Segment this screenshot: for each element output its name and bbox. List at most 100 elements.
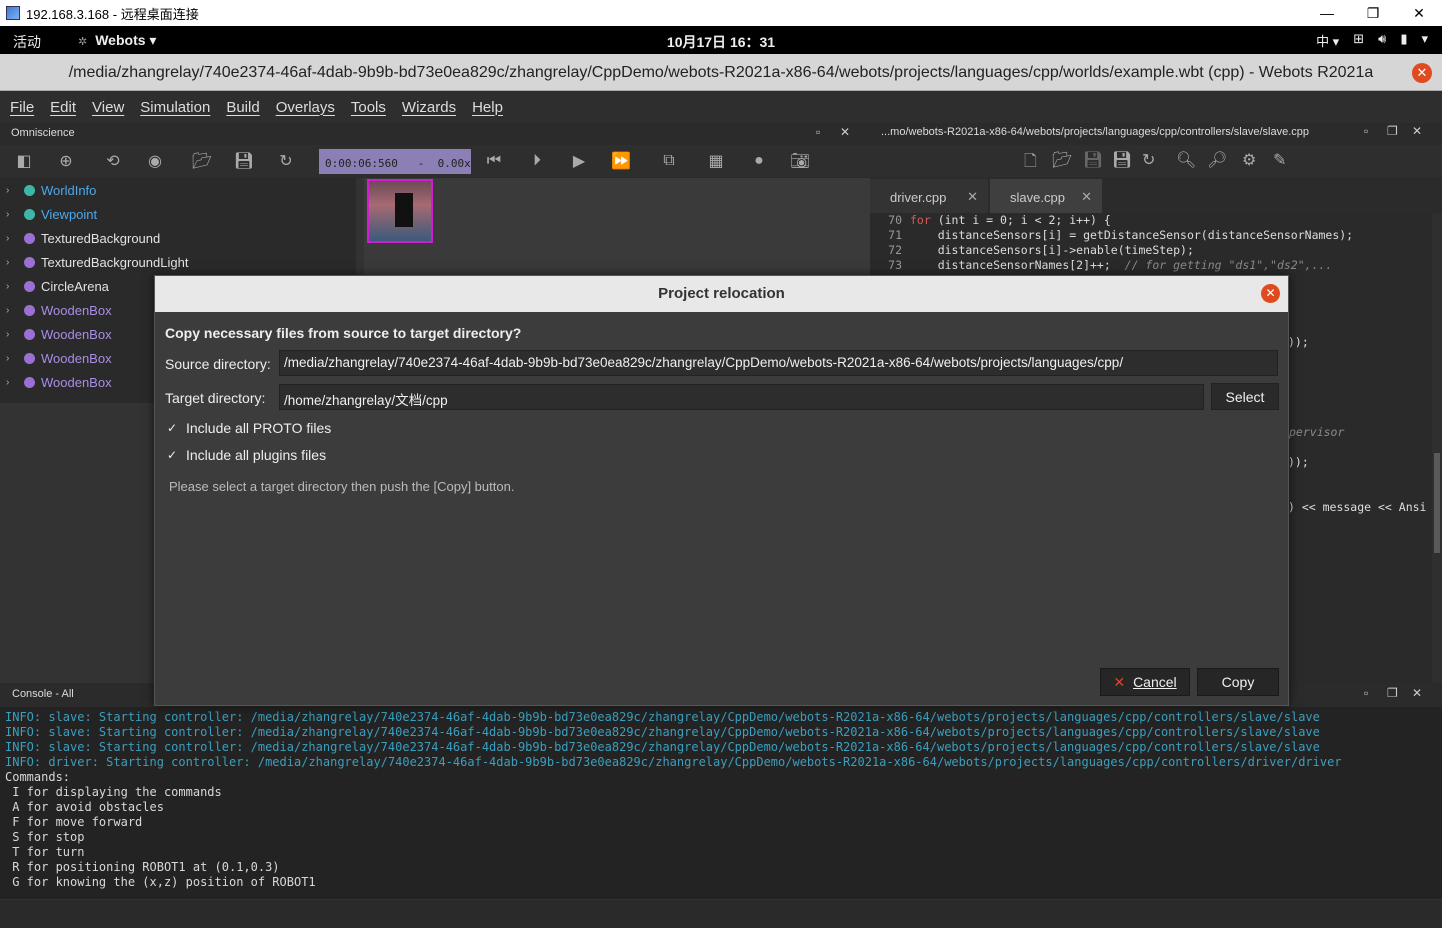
expand-arrow-icon[interactable]: › bbox=[6, 185, 16, 196]
target-directory-field[interactable]: /home/zhangrelay/文档/cpp bbox=[279, 384, 1204, 410]
menu-wizards[interactable]: Wizards bbox=[402, 99, 456, 116]
panel-close-icon[interactable]: ✕ bbox=[1412, 124, 1422, 138]
menu-simulation[interactable]: Simulation bbox=[140, 99, 210, 116]
code-text: distanceSensors[i] = getDistanceSensor(d… bbox=[910, 228, 1354, 242]
console-output[interactable]: INFO: slave: Starting controller: /media… bbox=[0, 707, 1442, 899]
clean-brush-icon[interactable]: ✎ bbox=[1273, 150, 1286, 170]
panel-maximize-icon[interactable]: ▫ bbox=[816, 125, 820, 139]
checkmark-icon[interactable]: ✓ bbox=[167, 448, 180, 462]
replace-icon[interactable]: 🔎︎ bbox=[1207, 150, 1227, 170]
include-proto-checkbox[interactable]: ✓ Include all PROTO files bbox=[167, 420, 331, 436]
battery-icon[interactable]: ▮ bbox=[1400, 31, 1407, 50]
include-plugins-checkbox[interactable]: ✓ Include all plugins files bbox=[167, 447, 326, 463]
revert-icon[interactable]: ↻ bbox=[1142, 150, 1155, 170]
volume-icon[interactable]: 🔊︎ bbox=[1378, 31, 1386, 50]
tab-slave-cpp[interactable]: slave.cpp ✕ bbox=[990, 179, 1102, 213]
movie-icon[interactable]: ▦ bbox=[704, 149, 728, 173]
panel-maximize-icon[interactable]: ▫ bbox=[1364, 124, 1368, 138]
copy-button[interactable]: Copy bbox=[1197, 668, 1279, 696]
expand-arrow-icon[interactable]: › bbox=[6, 377, 16, 388]
project-relocation-dialog: Project relocation ✕ Copy necessary file… bbox=[154, 275, 1289, 706]
menu-view[interactable]: View bbox=[92, 99, 124, 116]
code-fragment: )); bbox=[1288, 335, 1309, 349]
dialog-question: Copy necessary files from source to targ… bbox=[165, 325, 522, 341]
panel-close-icon[interactable]: ✕ bbox=[840, 125, 850, 139]
new-file-icon[interactable]: 🗋︎ bbox=[1024, 150, 1037, 177]
expand-arrow-icon[interactable]: › bbox=[6, 209, 16, 220]
editor-scrollbar[interactable] bbox=[1432, 213, 1442, 683]
tree-item-label: WoodenBox bbox=[41, 374, 112, 390]
menu-bar: File Edit View Simulation Build Overlays… bbox=[0, 91, 1442, 123]
expand-arrow-icon[interactable]: › bbox=[6, 233, 16, 244]
menu-tools[interactable]: Tools bbox=[351, 99, 386, 116]
save-as-icon[interactable]: 💾︎ bbox=[1112, 150, 1132, 170]
expand-arrow-icon[interactable]: › bbox=[6, 305, 16, 316]
step-icon[interactable]: ⏵ bbox=[525, 149, 549, 173]
checkmark-icon[interactable]: ✓ bbox=[167, 421, 180, 435]
rdp-minimize-button[interactable]: — bbox=[1304, 0, 1350, 26]
add-node-icon[interactable]: ⊕ bbox=[54, 149, 78, 173]
panel-float-icon[interactable]: ❐ bbox=[1387, 686, 1398, 700]
expand-arrow-icon[interactable]: › bbox=[6, 281, 16, 292]
menu-edit[interactable]: Edit bbox=[50, 99, 76, 116]
cancel-button[interactable]: ✕ Cancel bbox=[1100, 668, 1190, 696]
reload-world-icon[interactable]: ↻ bbox=[274, 149, 298, 173]
close-tab-icon[interactable]: ✕ bbox=[967, 189, 978, 205]
expand-arrow-icon[interactable]: › bbox=[6, 257, 16, 268]
rdp-maximize-button[interactable]: ❐ bbox=[1350, 0, 1396, 26]
code-line: 70 for (int i = 0; i < 2; i++) { bbox=[870, 213, 1432, 228]
save-world-icon[interactable]: 💾︎ bbox=[232, 149, 256, 173]
dialog-close-button[interactable]: ✕ bbox=[1261, 284, 1280, 303]
save-file-icon[interactable]: 💾︎ bbox=[1083, 150, 1103, 170]
reset-simulation-icon[interactable]: ⏮ bbox=[482, 149, 506, 173]
network-icon[interactable]: ⊞ bbox=[1353, 31, 1364, 50]
find-icon[interactable]: 🔍︎ bbox=[1176, 150, 1196, 170]
expand-arrow-icon[interactable]: › bbox=[6, 329, 16, 340]
open-file-icon[interactable]: 📂︎ bbox=[1052, 150, 1072, 170]
rendering-icon[interactable]: ⧉ bbox=[657, 149, 681, 173]
open-world-icon[interactable]: 📂︎ bbox=[190, 149, 214, 173]
app-menu[interactable]: ✲ Webots ▾ bbox=[78, 32, 156, 49]
fast-forward-icon[interactable]: ⏩ bbox=[609, 149, 633, 173]
window-close-button[interactable]: ✕ bbox=[1412, 63, 1432, 83]
tree-item-texturedbackgroundlight[interactable]: › TexturedBackgroundLight bbox=[0, 250, 356, 274]
tree-item-label: WoodenBox bbox=[41, 350, 112, 366]
tab-driver-cpp[interactable]: driver.cpp ✕ bbox=[870, 179, 988, 213]
panel-float-icon[interactable]: ❐ bbox=[1387, 124, 1398, 138]
tree-item-viewpoint[interactable]: › Viewpoint bbox=[0, 202, 356, 226]
menu-overlays[interactable]: Overlays bbox=[276, 99, 335, 116]
screenshot-camera-icon[interactable]: 📷︎ bbox=[788, 149, 812, 173]
clock[interactable]: 10月17日 16：31 bbox=[0, 32, 1442, 52]
tree-item-worldinfo[interactable]: › WorldInfo bbox=[0, 178, 356, 202]
activities-button[interactable]: 活动 bbox=[13, 32, 41, 52]
reset-view-icon[interactable]: ⟲ bbox=[101, 149, 125, 173]
code-text: (int i = 0; i < 2; i++) { bbox=[930, 213, 1111, 227]
scrollbar-thumb[interactable] bbox=[1434, 453, 1440, 553]
menu-build[interactable]: Build bbox=[226, 99, 259, 116]
source-directory-label: Source directory: bbox=[165, 356, 271, 372]
dialog-title: Project relocation bbox=[658, 285, 785, 302]
tree-item-label: TexturedBackgroundLight bbox=[41, 254, 189, 270]
panel-maximize-icon[interactable]: ▫ bbox=[1364, 686, 1368, 700]
menu-help[interactable]: Help bbox=[472, 99, 503, 116]
select-directory-button[interactable]: Select bbox=[1211, 383, 1279, 410]
tree-item-texturedbackground[interactable]: › TexturedBackground bbox=[0, 226, 356, 250]
robot-camera-overlay[interactable] bbox=[367, 179, 433, 243]
toggle-scene-tree-icon[interactable]: ◧ bbox=[12, 149, 36, 173]
tab-label: slave.cpp bbox=[1010, 190, 1065, 205]
input-method-indicator[interactable]: 中 ▾ bbox=[1316, 31, 1339, 50]
rdp-close-button[interactable]: ✕ bbox=[1396, 0, 1442, 26]
line-number: 73 bbox=[888, 258, 902, 272]
tree-item-label: WorldInfo bbox=[41, 182, 97, 198]
panel-close-icon[interactable]: ✕ bbox=[1412, 686, 1422, 700]
record-icon[interactable]: ● bbox=[747, 149, 771, 173]
close-tab-icon[interactable]: ✕ bbox=[1081, 189, 1092, 205]
editor-tab-bar: driver.cpp ✕ slave.cpp ✕ bbox=[870, 179, 1442, 213]
menu-file[interactable]: File bbox=[10, 99, 34, 116]
expand-arrow-icon[interactable]: › bbox=[6, 353, 16, 364]
play-icon[interactable]: ▶ bbox=[567, 149, 591, 173]
system-menu-chevron-down-icon[interactable]: ▾ bbox=[1421, 31, 1428, 50]
eye-icon[interactable]: ◉ bbox=[143, 149, 167, 173]
source-directory-field[interactable]: /media/zhangrelay/740e2374-46af-4dab-9b9… bbox=[279, 350, 1278, 376]
build-gear-icon[interactable]: ⚙ bbox=[1242, 150, 1256, 170]
